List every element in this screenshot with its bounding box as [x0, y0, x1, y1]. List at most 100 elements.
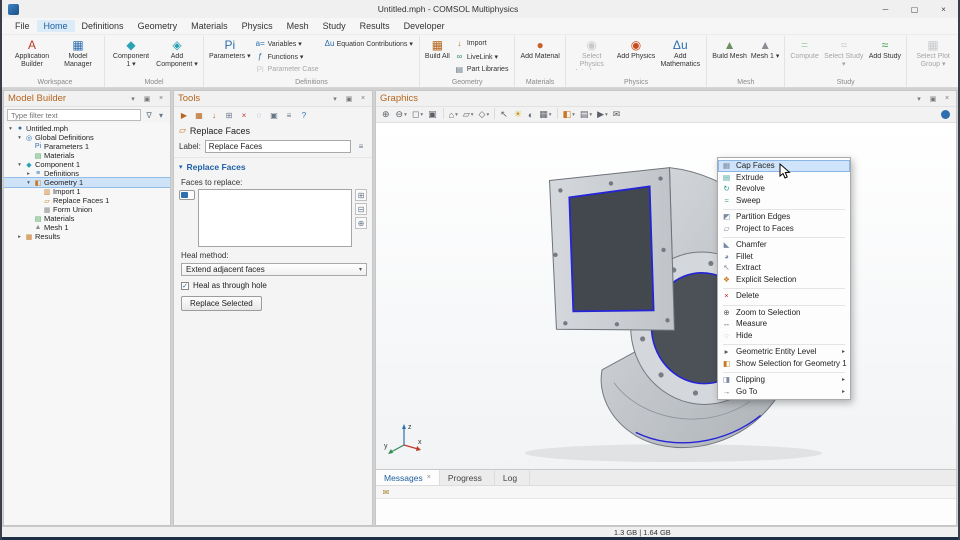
graphics-canvas[interactable]: z y x ▦ Cap Faces ▤ Extrude ↻ Revolve ≈ … — [376, 123, 956, 469]
ctx-measure[interactable]: ↔ Measure — [718, 318, 850, 330]
graphics-toolbar-icon[interactable] — [556, 107, 558, 119]
projection-icon[interactable]: ◇ ▾ — [477, 108, 492, 122]
ctx-sweep[interactable]: ≈ Sweep — [718, 195, 850, 207]
add-selection-icon[interactable]: ⊞ — [223, 109, 235, 121]
tree-expander-icon[interactable]: ▾ — [7, 126, 14, 132]
tree-expander-icon[interactable]: ▸ — [16, 234, 23, 240]
selection-color-icon[interactable]: ◧ ▾ — [561, 108, 577, 122]
add-study-button[interactable]: ≈ Add Study — [867, 37, 903, 77]
variables-button[interactable]: a= Variables ▾ — [253, 37, 322, 50]
build-selected-icon[interactable]: ▶ — [178, 109, 190, 121]
tree-item-definitions[interactable]: ▸ ≡ Definitions — [4, 169, 170, 178]
duplicate-icon[interactable]: ▣ — [268, 109, 280, 121]
float-panel-icon[interactable]: ▣ — [344, 95, 354, 103]
zoom-out-icon[interactable]: ⊖ ▾ — [394, 108, 409, 122]
zoom-extents-icon[interactable]: ◻ ▾ — [410, 108, 425, 122]
wireframe-rendering-icon[interactable]: ▦ ▾ — [537, 108, 553, 122]
ctx-show-selection-for-geometry-1[interactable]: ◧ Show Selection for Geometry 1 — [718, 358, 850, 370]
build-mesh-button[interactable]: ▲ Build Mesh — [710, 37, 749, 77]
float-panel-icon[interactable]: ▣ — [142, 95, 152, 103]
copy-message-icon[interactable]: ✉ — [380, 486, 392, 498]
graphics-toolbar-icon[interactable] — [494, 107, 496, 119]
tab-progress[interactable]: Progress — [440, 470, 495, 485]
ctx-geometric-entity-level[interactable]: ▸ Geometric Entity Level ▸ — [718, 346, 850, 358]
parameter-case-button[interactable]: Pi Parameter Case — [253, 63, 322, 76]
animation-icon[interactable]: ▶ ▾ — [595, 108, 610, 122]
heal-through-hole-checkbox[interactable]: ✓ — [181, 281, 189, 290]
ctx-clipping[interactable]: ◨ Clipping ▸ — [718, 374, 850, 386]
compute-button[interactable]: = Compute — [788, 37, 820, 77]
component-1-button[interactable]: ◆ Component 1 ▾ — [108, 37, 154, 77]
zoom-to-selection-icon[interactable]: ⊕ — [355, 217, 367, 229]
print-icon[interactable]: ✉ — [611, 108, 624, 122]
close-button[interactable]: × — [929, 0, 958, 18]
minimize-button[interactable]: ─ — [871, 0, 900, 18]
import-button[interactable]: ↓ Import — [452, 37, 512, 50]
settings-menu-icon[interactable]: ≡ — [283, 109, 295, 121]
tab-log[interactable]: Log — [495, 470, 531, 485]
context-menu-item[interactable] — [723, 286, 845, 289]
application-builder-button[interactable]: A Application Builder — [9, 37, 55, 77]
maximize-button[interactable]: ▢ — [900, 0, 929, 18]
ctx-partition-edges[interactable]: ◩ Partition Edges — [718, 211, 850, 223]
zoom-in-icon[interactable]: ⊕ — [380, 108, 393, 122]
go-to-default-view-icon[interactable]: ⌂ ▾ — [447, 108, 460, 122]
build-all-objects-icon[interactable]: ▦ — [193, 109, 205, 121]
graphics-toolbar-icon[interactable] — [442, 107, 444, 119]
delete-icon[interactable]: × — [238, 109, 250, 121]
menu-file[interactable]: File — [8, 20, 37, 32]
filter-input[interactable] — [7, 109, 141, 121]
replace-selected-button[interactable]: Replace Selected — [181, 296, 262, 311]
active-selection-toggle[interactable] — [179, 190, 195, 200]
transparency-icon[interactable]: ◐ — [526, 108, 536, 122]
tree-item-replace-faces-1[interactable]: ▱ Replace Faces 1 — [4, 196, 170, 205]
tree-item-untitled-mph[interactable]: ▾ ● Untitled.mph — [4, 124, 170, 133]
select-physics-interface-button[interactable]: ◉ Select Physics Interface ▾ — [569, 37, 615, 77]
parameters-button[interactable]: Pi Parameters ▾ — [207, 37, 253, 77]
ctx-go-to[interactable]: → Go To ▸ — [718, 386, 850, 398]
section-replace-faces[interactable]: ▾ Replace Faces — [174, 157, 372, 174]
paste-selection-icon[interactable]: ⊟ — [355, 203, 367, 215]
panel-menu-icon[interactable]: ▾ — [128, 95, 138, 103]
image-snapshot-icon[interactable]: ▤ ▾ — [578, 108, 594, 122]
tree-expander-icon[interactable]: ▸ — [25, 171, 32, 177]
tree-item-import-1[interactable]: ▥ Import 1 — [4, 187, 170, 196]
ctx-zoom-to-selection[interactable]: ⊕ Zoom to Selection — [718, 307, 850, 319]
add-material-button[interactable]: ● Add Material — [518, 37, 561, 77]
tree-item-geometry-1[interactable]: ▾ ◧ Geometry 1 — [4, 177, 170, 188]
menu-home[interactable]: Home — [36, 20, 75, 32]
select-mode-icon[interactable]: ↖ — [498, 108, 511, 122]
float-panel-icon[interactable]: ▣ — [928, 95, 938, 103]
ctx-extract[interactable]: ↖ Extract — [718, 262, 850, 274]
context-menu-item[interactable] — [723, 207, 845, 210]
tree-expander-icon[interactable]: ▾ — [16, 135, 23, 141]
part-libraries-button[interactable]: ▤ Part Libraries — [452, 63, 512, 76]
select-study-button[interactable]: ≈ Select Study ▾ — [821, 37, 867, 77]
select-plot-group-button[interactable]: ▦ Select Plot Group ▾ — [910, 37, 956, 77]
tree-expander-icon[interactable]: ▾ — [16, 162, 23, 168]
equation-contributions-button[interactable]: Δu Equation Contributions ▾ — [322, 37, 416, 50]
add-physics-button[interactable]: ◉ Add Physics — [615, 37, 658, 77]
fan-model[interactable] — [376, 123, 956, 469]
ctx-project-to-faces[interactable]: ▱ Project to Faces — [718, 223, 850, 235]
panel-menu-icon[interactable]: ▾ — [330, 95, 340, 103]
zoom-box-icon[interactable]: ▣ — [426, 108, 440, 122]
tree-item-materials-global[interactable]: ▤ Materials — [4, 151, 170, 160]
add-mathematics-button[interactable]: Δu Add Mathematics — [657, 37, 703, 77]
go-to-view-icon[interactable]: ▱ ▾ — [461, 108, 476, 122]
ctx-delete[interactable]: × Delete — [718, 290, 850, 302]
menu-mesh[interactable]: Mesh — [280, 20, 316, 32]
menu-study[interactable]: Study — [316, 20, 353, 32]
ctx-hide[interactable]: ◌ Hide — [718, 330, 850, 342]
copy-selection-icon[interactable]: ⊞ — [355, 189, 367, 201]
tab-messages[interactable]: Messages × — [376, 470, 440, 485]
tree-item-form-union[interactable]: ▦ Form Union — [4, 205, 170, 214]
mesh-1-button[interactable]: ▲ Mesh 1 ▾ — [749, 37, 781, 77]
tree-item-parameters-1[interactable]: Pi Parameters 1 — [4, 142, 170, 151]
ctx-explicit-selection[interactable]: ❖ Explicit Selection — [718, 274, 850, 286]
ctx-chamfer[interactable]: ◣ Chamfer — [718, 239, 850, 251]
menu-developer[interactable]: Developer — [397, 20, 452, 32]
ctx-revolve[interactable]: ↻ Revolve — [718, 183, 850, 195]
menu-definitions[interactable]: Definitions — [75, 20, 131, 32]
toolbar-overflow-icon[interactable] — [941, 110, 950, 119]
